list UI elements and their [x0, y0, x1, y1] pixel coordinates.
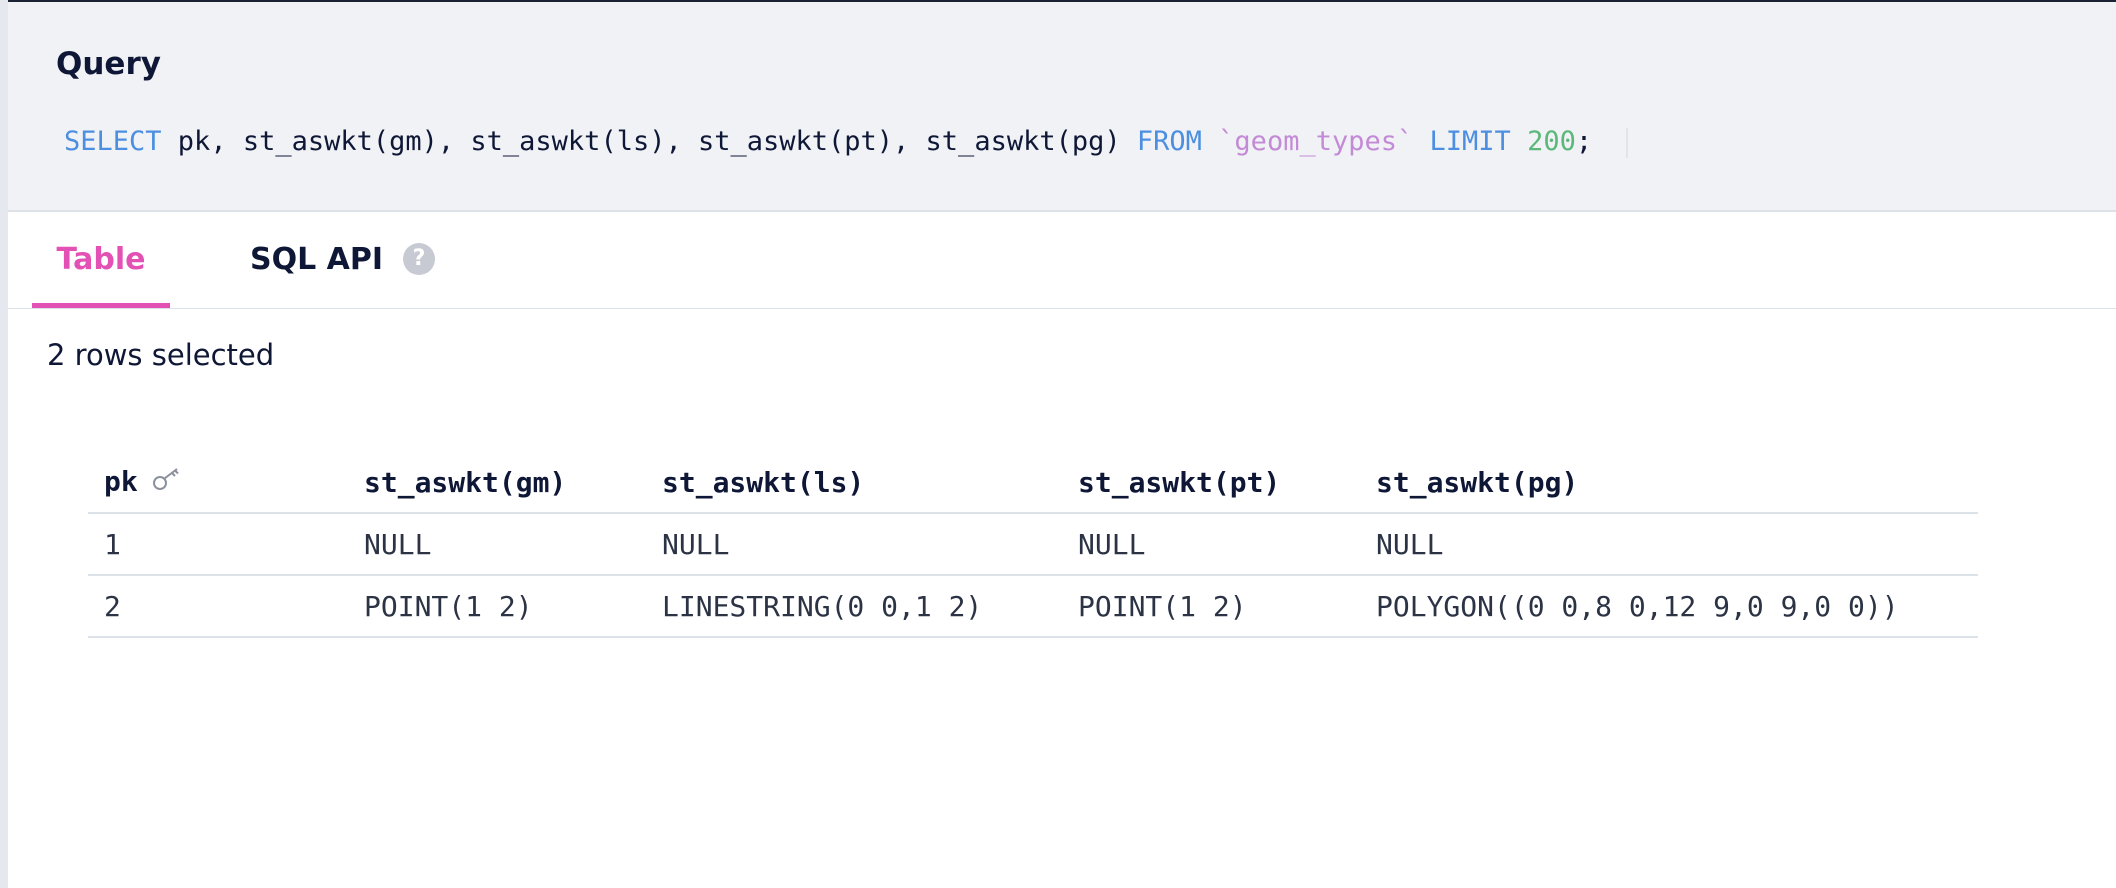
active-tab-indicator	[32, 303, 170, 308]
sql-columns: pk, st_aswkt(gm), st_aswkt(ls), st_aswkt…	[161, 126, 1137, 157]
sql-terminator: ;	[1575, 126, 1593, 157]
column-header-gm[interactable]: st_aswkt(gm)	[348, 452, 646, 514]
table-header-row: pk st_aswkt(gm) st_aswkt(ls) st_aswkt(pt…	[88, 452, 1978, 514]
sql-limit-value: 200	[1527, 126, 1576, 157]
tab-table-label: Table	[56, 242, 146, 277]
query-title: Query	[56, 46, 161, 82]
table-cell: NULL	[1062, 513, 1360, 576]
sql-keyword-select: SELECT	[64, 126, 162, 157]
tab-table[interactable]: Table	[32, 212, 170, 308]
table-cell: 2	[88, 575, 348, 638]
column-header-pt[interactable]: st_aswkt(pt)	[1062, 452, 1360, 514]
results-table: pk st_aswkt(gm) st_aswkt(ls) st_aswkt(pt…	[88, 452, 1978, 638]
text-cursor	[1626, 127, 1629, 158]
column-header-ls[interactable]: st_aswkt(ls)	[646, 452, 1062, 514]
window-left-border	[0, 0, 8, 888]
table-cell: POINT(1 2)	[348, 575, 646, 638]
table-cell: NULL	[646, 513, 1062, 576]
table-cell: POLYGON((0 0,8 0,12 9,0 9,0 0))	[1360, 575, 1978, 638]
tab-sql-api[interactable]: SQL API?	[250, 212, 436, 308]
query-panel: Query SELECT pk, st_aswkt(gm), st_aswkt(…	[8, 2, 2116, 212]
question-mark-icon[interactable]: ?	[403, 242, 436, 275]
column-header-pg[interactable]: st_aswkt(pg)	[1360, 452, 1978, 514]
sql-keyword-limit: LIMIT	[1429, 126, 1511, 157]
table-row: 1 NULL NULL NULL NULL	[88, 513, 1978, 576]
table-cell: NULL	[1360, 513, 1978, 576]
table-cell: NULL	[348, 513, 646, 576]
key-icon	[152, 466, 182, 499]
table-cell: LINESTRING(0 0,1 2)	[646, 575, 1062, 638]
table-cell: 1	[88, 513, 348, 576]
sql-query-text[interactable]: SELECT pk, st_aswkt(gm), st_aswkt(ls), s…	[64, 126, 1629, 158]
result-tabs: Table SQL API?	[8, 212, 2116, 309]
sql-table-name: `geom_types`	[1218, 126, 1414, 157]
table-cell: POINT(1 2)	[1062, 575, 1360, 638]
column-header-pk[interactable]: pk	[88, 452, 348, 514]
table-row: 2 POINT(1 2) LINESTRING(0 0,1 2) POINT(1…	[88, 575, 1978, 638]
sql-keyword-from: FROM	[1136, 126, 1202, 157]
tab-sql-api-label: SQL API	[250, 242, 384, 277]
rows-selected-status: 2 rows selected	[47, 338, 275, 372]
